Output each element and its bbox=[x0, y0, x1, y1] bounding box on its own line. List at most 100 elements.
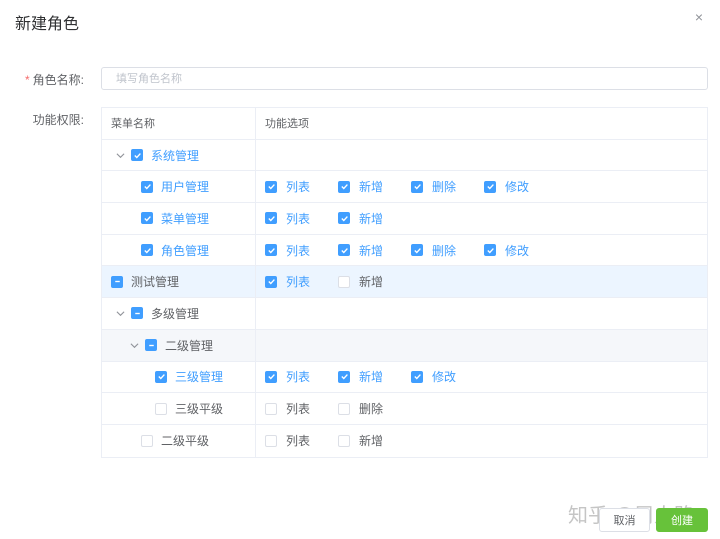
check-icon bbox=[267, 215, 275, 222]
option-label: 列表 bbox=[286, 402, 311, 417]
option-label: 修改 bbox=[432, 370, 457, 385]
checkbox[interactable] bbox=[265, 434, 277, 447]
option-label: 新增 bbox=[359, 243, 384, 258]
permissions-label: 功能权限: bbox=[32, 113, 84, 127]
checkbox[interactable] bbox=[141, 212, 153, 225]
create-button[interactable]: 创建 bbox=[656, 508, 708, 532]
option-list[interactable]: 列表 bbox=[265, 210, 310, 227]
checkbox[interactable] bbox=[338, 212, 351, 225]
table-row: 角色管理 列表 新增 删除 修改 bbox=[102, 234, 707, 267]
check-icon bbox=[157, 374, 165, 380]
check-icon bbox=[267, 279, 275, 285]
option-add[interactable]: 新增 bbox=[338, 432, 383, 449]
checkbox[interactable] bbox=[131, 307, 143, 320]
checkbox[interactable] bbox=[484, 180, 497, 193]
option-label: 列表 bbox=[286, 180, 311, 195]
table-row: 菜单管理 列表 新增 bbox=[102, 203, 707, 235]
option-list[interactable]: 列表 bbox=[265, 432, 310, 449]
chevron-down-icon[interactable] bbox=[115, 308, 125, 318]
option-edit[interactable]: 修改 bbox=[484, 178, 529, 195]
table-row: 三级管理 列表 新增 修改 bbox=[102, 361, 707, 394]
option-list[interactable]: 列表 bbox=[265, 368, 310, 385]
cancel-button[interactable]: 取消 bbox=[599, 508, 650, 532]
option-edit[interactable]: 修改 bbox=[484, 242, 529, 259]
tree-node-label: 测试管理 bbox=[131, 275, 180, 290]
option-label: 新增 bbox=[359, 211, 384, 226]
chevron-down-icon[interactable] bbox=[129, 340, 139, 350]
checkbox[interactable] bbox=[338, 434, 351, 447]
table-row: 二级平级 列表 新增 bbox=[102, 424, 707, 457]
option-label: 列表 bbox=[286, 434, 311, 449]
checkbox[interactable] bbox=[141, 244, 153, 257]
checkbox[interactable] bbox=[155, 370, 167, 383]
tree-node-label: 二级平级 bbox=[161, 434, 210, 449]
option-label: 新增 bbox=[359, 434, 384, 449]
permissions-table: 菜单名称 功能选项 系统管理 用户管理 列表 新增 删除 修改 菜单管理 列表 bbox=[101, 107, 708, 458]
header-menu-name: 菜单名称 bbox=[102, 108, 256, 139]
option-edit[interactable]: 修改 bbox=[411, 368, 456, 385]
checkbox[interactable] bbox=[111, 275, 123, 288]
table-row: 多级管理 bbox=[102, 298, 707, 330]
checkbox[interactable] bbox=[338, 244, 351, 257]
role-name-label-text: 角色名称: bbox=[32, 73, 84, 87]
minus-icon bbox=[148, 344, 154, 346]
checkbox[interactable] bbox=[338, 180, 351, 193]
option-label: 列表 bbox=[286, 211, 311, 226]
check-icon bbox=[340, 247, 348, 254]
option-delete[interactable]: 删除 bbox=[411, 178, 456, 195]
option-list[interactable]: 列表 bbox=[265, 178, 310, 195]
checkbox[interactable] bbox=[131, 149, 143, 162]
option-label: 修改 bbox=[505, 180, 530, 195]
close-icon[interactable]: × bbox=[692, 10, 706, 24]
chevron-down-icon[interactable] bbox=[115, 150, 125, 160]
role-name-input[interactable] bbox=[101, 67, 708, 90]
option-label: 新增 bbox=[359, 180, 384, 195]
option-add[interactable]: 新增 bbox=[338, 273, 383, 290]
tree-node-label: 三级平级 bbox=[175, 402, 224, 417]
option-label: 列表 bbox=[286, 370, 311, 385]
checkbox[interactable] bbox=[338, 275, 351, 288]
checkbox[interactable] bbox=[484, 244, 497, 257]
option-label: 修改 bbox=[505, 243, 530, 258]
option-label: 新增 bbox=[359, 370, 384, 385]
check-icon bbox=[340, 215, 348, 222]
checkbox[interactable] bbox=[265, 212, 277, 225]
minus-icon bbox=[134, 312, 140, 315]
option-delete[interactable]: 删除 bbox=[338, 400, 383, 417]
tree-node-label: 二级管理 bbox=[165, 338, 214, 353]
checkbox[interactable] bbox=[411, 244, 424, 257]
option-add[interactable]: 新增 bbox=[338, 178, 383, 195]
option-label: 删除 bbox=[432, 180, 457, 195]
option-label: 删除 bbox=[432, 243, 457, 258]
option-list[interactable]: 列表 bbox=[265, 400, 310, 417]
checkbox[interactable] bbox=[265, 370, 277, 383]
checkbox[interactable] bbox=[141, 434, 153, 447]
checkbox[interactable] bbox=[411, 370, 424, 383]
check-icon bbox=[267, 374, 275, 380]
table-row: 用户管理 列表 新增 删除 修改 bbox=[102, 171, 707, 204]
checkbox[interactable] bbox=[141, 180, 153, 193]
option-add[interactable]: 新增 bbox=[338, 210, 383, 227]
checkbox[interactable] bbox=[411, 180, 424, 193]
option-add[interactable]: 新增 bbox=[338, 368, 383, 385]
required-mark: * bbox=[24, 73, 30, 87]
checkbox[interactable] bbox=[145, 339, 157, 352]
checkbox[interactable] bbox=[155, 402, 167, 415]
checkbox[interactable] bbox=[265, 244, 277, 257]
tree-node-label: 用户管理 bbox=[161, 180, 210, 195]
checkbox[interactable] bbox=[265, 402, 277, 415]
check-icon bbox=[486, 184, 494, 190]
check-icon bbox=[413, 247, 421, 254]
checkbox[interactable] bbox=[338, 402, 351, 415]
option-add[interactable]: 新增 bbox=[338, 242, 383, 259]
option-label: 删除 bbox=[359, 402, 384, 417]
tree-node-label: 菜单管理 bbox=[161, 211, 210, 226]
table-row: 系统管理 bbox=[102, 139, 707, 172]
checkbox[interactable] bbox=[338, 370, 351, 383]
option-label: 列表 bbox=[286, 275, 311, 290]
checkbox[interactable] bbox=[265, 180, 277, 193]
checkbox[interactable] bbox=[265, 275, 277, 288]
option-delete[interactable]: 删除 bbox=[411, 242, 456, 259]
option-list[interactable]: 列表 bbox=[265, 273, 310, 290]
option-list[interactable]: 列表 bbox=[265, 242, 310, 259]
